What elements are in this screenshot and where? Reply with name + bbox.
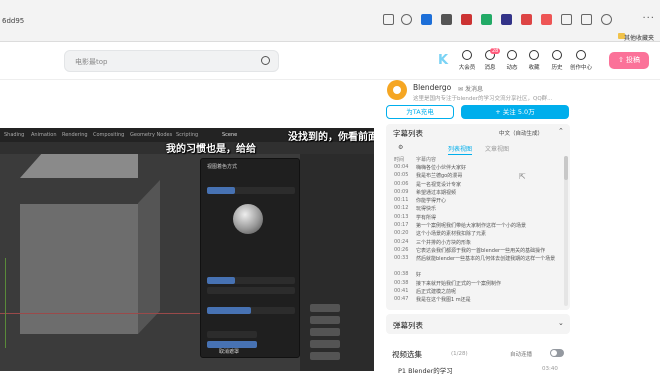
list-item[interactable]: 00:09 希望通过本期视频 xyxy=(394,189,562,197)
collection-item-duration: 03:40 xyxy=(542,366,558,372)
clock-icon xyxy=(552,50,562,60)
collapse-icon[interactable]: ⌃ xyxy=(558,127,564,135)
nav-creator-center[interactable]: 创作中心 xyxy=(569,50,593,71)
column-time: 时间 xyxy=(394,157,405,163)
danmu-panel-title: 弹幕列表 xyxy=(393,321,423,330)
matcap-sphere xyxy=(233,204,263,234)
extension-icon[interactable] xyxy=(441,14,452,25)
list-item[interactable]: 00:06 是一名视觉设计专家 xyxy=(394,181,562,189)
browser-toolbar: 6dd95 ··· 其他收藏夹 xyxy=(0,0,660,42)
y-axis-line xyxy=(5,258,6,348)
collection-title: 视频选集 xyxy=(392,350,422,359)
tab-shading: Shading xyxy=(4,132,25,138)
profile-icon[interactable] xyxy=(601,14,612,25)
list-item[interactable]: 00:47 我是在这个我图1 m还是 xyxy=(394,296,562,304)
tab-animation: Animation xyxy=(31,132,57,138)
subtitle-rows: 00:04 嗨嗨各位小伙伴大家好 00:05 我是布兰德go的漫哥 00:06 是一名… xyxy=(394,164,562,304)
extension-icon[interactable] xyxy=(521,14,532,25)
nav-dynamics[interactable]: 动态 xyxy=(500,50,524,71)
list-item[interactable]: 00:33 然后就能blender一些基本的几何体去创建我期的这样一个场景 xyxy=(394,255,562,271)
tab-article-view[interactable]: 文章视图 xyxy=(485,144,509,153)
list-item[interactable]: 00:13 学有所得 xyxy=(394,214,562,222)
tab-geometry-nodes: Geometry Nodes xyxy=(130,132,173,138)
vip-icon xyxy=(462,50,472,60)
subtitle-text: 没找到的，你看前面去 xyxy=(288,132,374,143)
collection-count: (1/28) xyxy=(451,351,468,357)
search-input[interactable]: 电影最top xyxy=(64,50,279,72)
list-item[interactable]: 00:41 后正式建模之前呢 xyxy=(394,288,562,296)
extension-icon[interactable] xyxy=(541,14,552,25)
nav-vip[interactable]: 大会员 xyxy=(455,50,479,71)
nav-history[interactable]: 历史 xyxy=(545,50,569,71)
subtitle-list-panel: 字幕列表 中文（自动生成） ⌃ ⚙ 列表视图 文章视图 时间 字幕内容 00:0… xyxy=(386,124,570,310)
autoplay-label: 自动连播 xyxy=(510,352,533,358)
list-item[interactable]: 00:11 你能学得开心 xyxy=(394,197,562,205)
shading-popover: 视图着色方式 取消遮罩 xyxy=(200,158,300,358)
address-bar[interactable]: 6dd95 xyxy=(2,17,24,25)
search-icon[interactable] xyxy=(261,56,270,65)
site-header: 电影最top K 大会员 消息 28 动态 收藏 历史 创作中心 xyxy=(0,42,660,80)
list-item[interactable]: 00:26 它表达会我们都源于我的一首blender一些用关的基础操作 xyxy=(394,247,562,255)
search-placeholder: 电影最top xyxy=(75,58,108,66)
extension-icon[interactable] xyxy=(501,14,512,25)
autoplay-toggle[interactable] xyxy=(550,349,564,357)
collections-icon[interactable] xyxy=(561,14,572,25)
nav-favorites[interactable]: 收藏 xyxy=(522,50,546,71)
video-player[interactable]: Shading Animation Rendering Compositing … xyxy=(0,128,374,371)
list-item[interactable]: 00:20 这个小场景的素材我扣除了元素 xyxy=(394,230,562,238)
extension-icon[interactable] xyxy=(461,14,472,25)
star-icon xyxy=(529,50,539,60)
avatar[interactable] xyxy=(387,80,407,100)
extension-icon[interactable] xyxy=(481,14,492,25)
scrollbar[interactable] xyxy=(564,156,568,306)
reader-icon[interactable] xyxy=(383,14,394,25)
dynamics-icon xyxy=(507,50,517,60)
tab-compositing: Compositing xyxy=(93,132,125,138)
list-item[interactable]: 00:24 三个并排的小方块的形象 xyxy=(394,239,562,247)
cube-shape xyxy=(20,204,138,334)
send-message-link[interactable]: ✉ 发消息 xyxy=(458,84,483,93)
list-item[interactable]: 00:04 嗨嗨各位小伙伴大家好 xyxy=(394,164,562,172)
subtitle-panel-title: 字幕列表 xyxy=(393,129,423,138)
tab-rendering: Rendering xyxy=(62,132,88,138)
extension-icon[interactable] xyxy=(421,14,432,25)
other-bookmarks[interactable]: 其他收藏夹 xyxy=(624,33,654,42)
tab-list-view[interactable]: 列表视图 xyxy=(448,144,473,155)
mouse-cursor-icon: ⇱ xyxy=(519,172,526,181)
list-item[interactable]: 00:38 接下来就开始我们正式的一个案例制作 xyxy=(394,280,562,288)
list-item[interactable]: 00:12 玩得快乐 xyxy=(394,205,562,213)
bulb-icon xyxy=(576,50,586,60)
collection-item[interactable]: P1 Blender的学习 xyxy=(398,365,453,375)
cube-shape xyxy=(138,180,160,334)
tab-scripting: Scripting xyxy=(176,132,199,138)
danmu-list-panel[interactable]: 弹幕列表 ⌄ xyxy=(386,314,570,334)
uploader-name[interactable]: Blendergo xyxy=(413,83,451,92)
blender-properties xyxy=(300,154,374,371)
expand-icon[interactable]: ⌄ xyxy=(558,319,564,327)
list-item[interactable]: 00:38 好 xyxy=(394,271,562,279)
follow-button[interactable]: + 关注 5.0万 xyxy=(461,105,569,119)
upload-button[interactable]: ⇧ 投稿 xyxy=(609,52,649,69)
language-select[interactable]: 中文（自动生成） xyxy=(499,129,543,137)
subtitle-settings-icon[interactable]: ⚙ xyxy=(398,144,403,151)
charge-button[interactable]: 为TA充电 xyxy=(386,105,454,119)
downloads-icon[interactable] xyxy=(581,14,592,25)
uploader-description: 这里是国内专注于blender的学习交流分享社区，QQ群... xyxy=(413,96,553,102)
scene-label: Scene xyxy=(222,132,238,138)
list-item[interactable]: 00:05 我是布兰德go的漫哥 xyxy=(394,172,562,180)
favorite-icon[interactable] xyxy=(401,14,412,25)
scrollbar-thumb[interactable] xyxy=(564,156,568,180)
list-item[interactable]: 00:17 第一个案例呢我们带给大家制作这样一个小的场景 xyxy=(394,222,562,230)
message-badge: 28 xyxy=(490,48,501,54)
popover-cancel-tooltip: 取消遮罩 xyxy=(219,349,240,355)
subtitle-text: 我的习惯也是，给给 xyxy=(166,144,256,155)
app-logo[interactable]: K xyxy=(438,53,448,68)
more-menu-icon[interactable]: ··· xyxy=(642,13,655,24)
column-content: 字幕内容 xyxy=(416,157,437,163)
